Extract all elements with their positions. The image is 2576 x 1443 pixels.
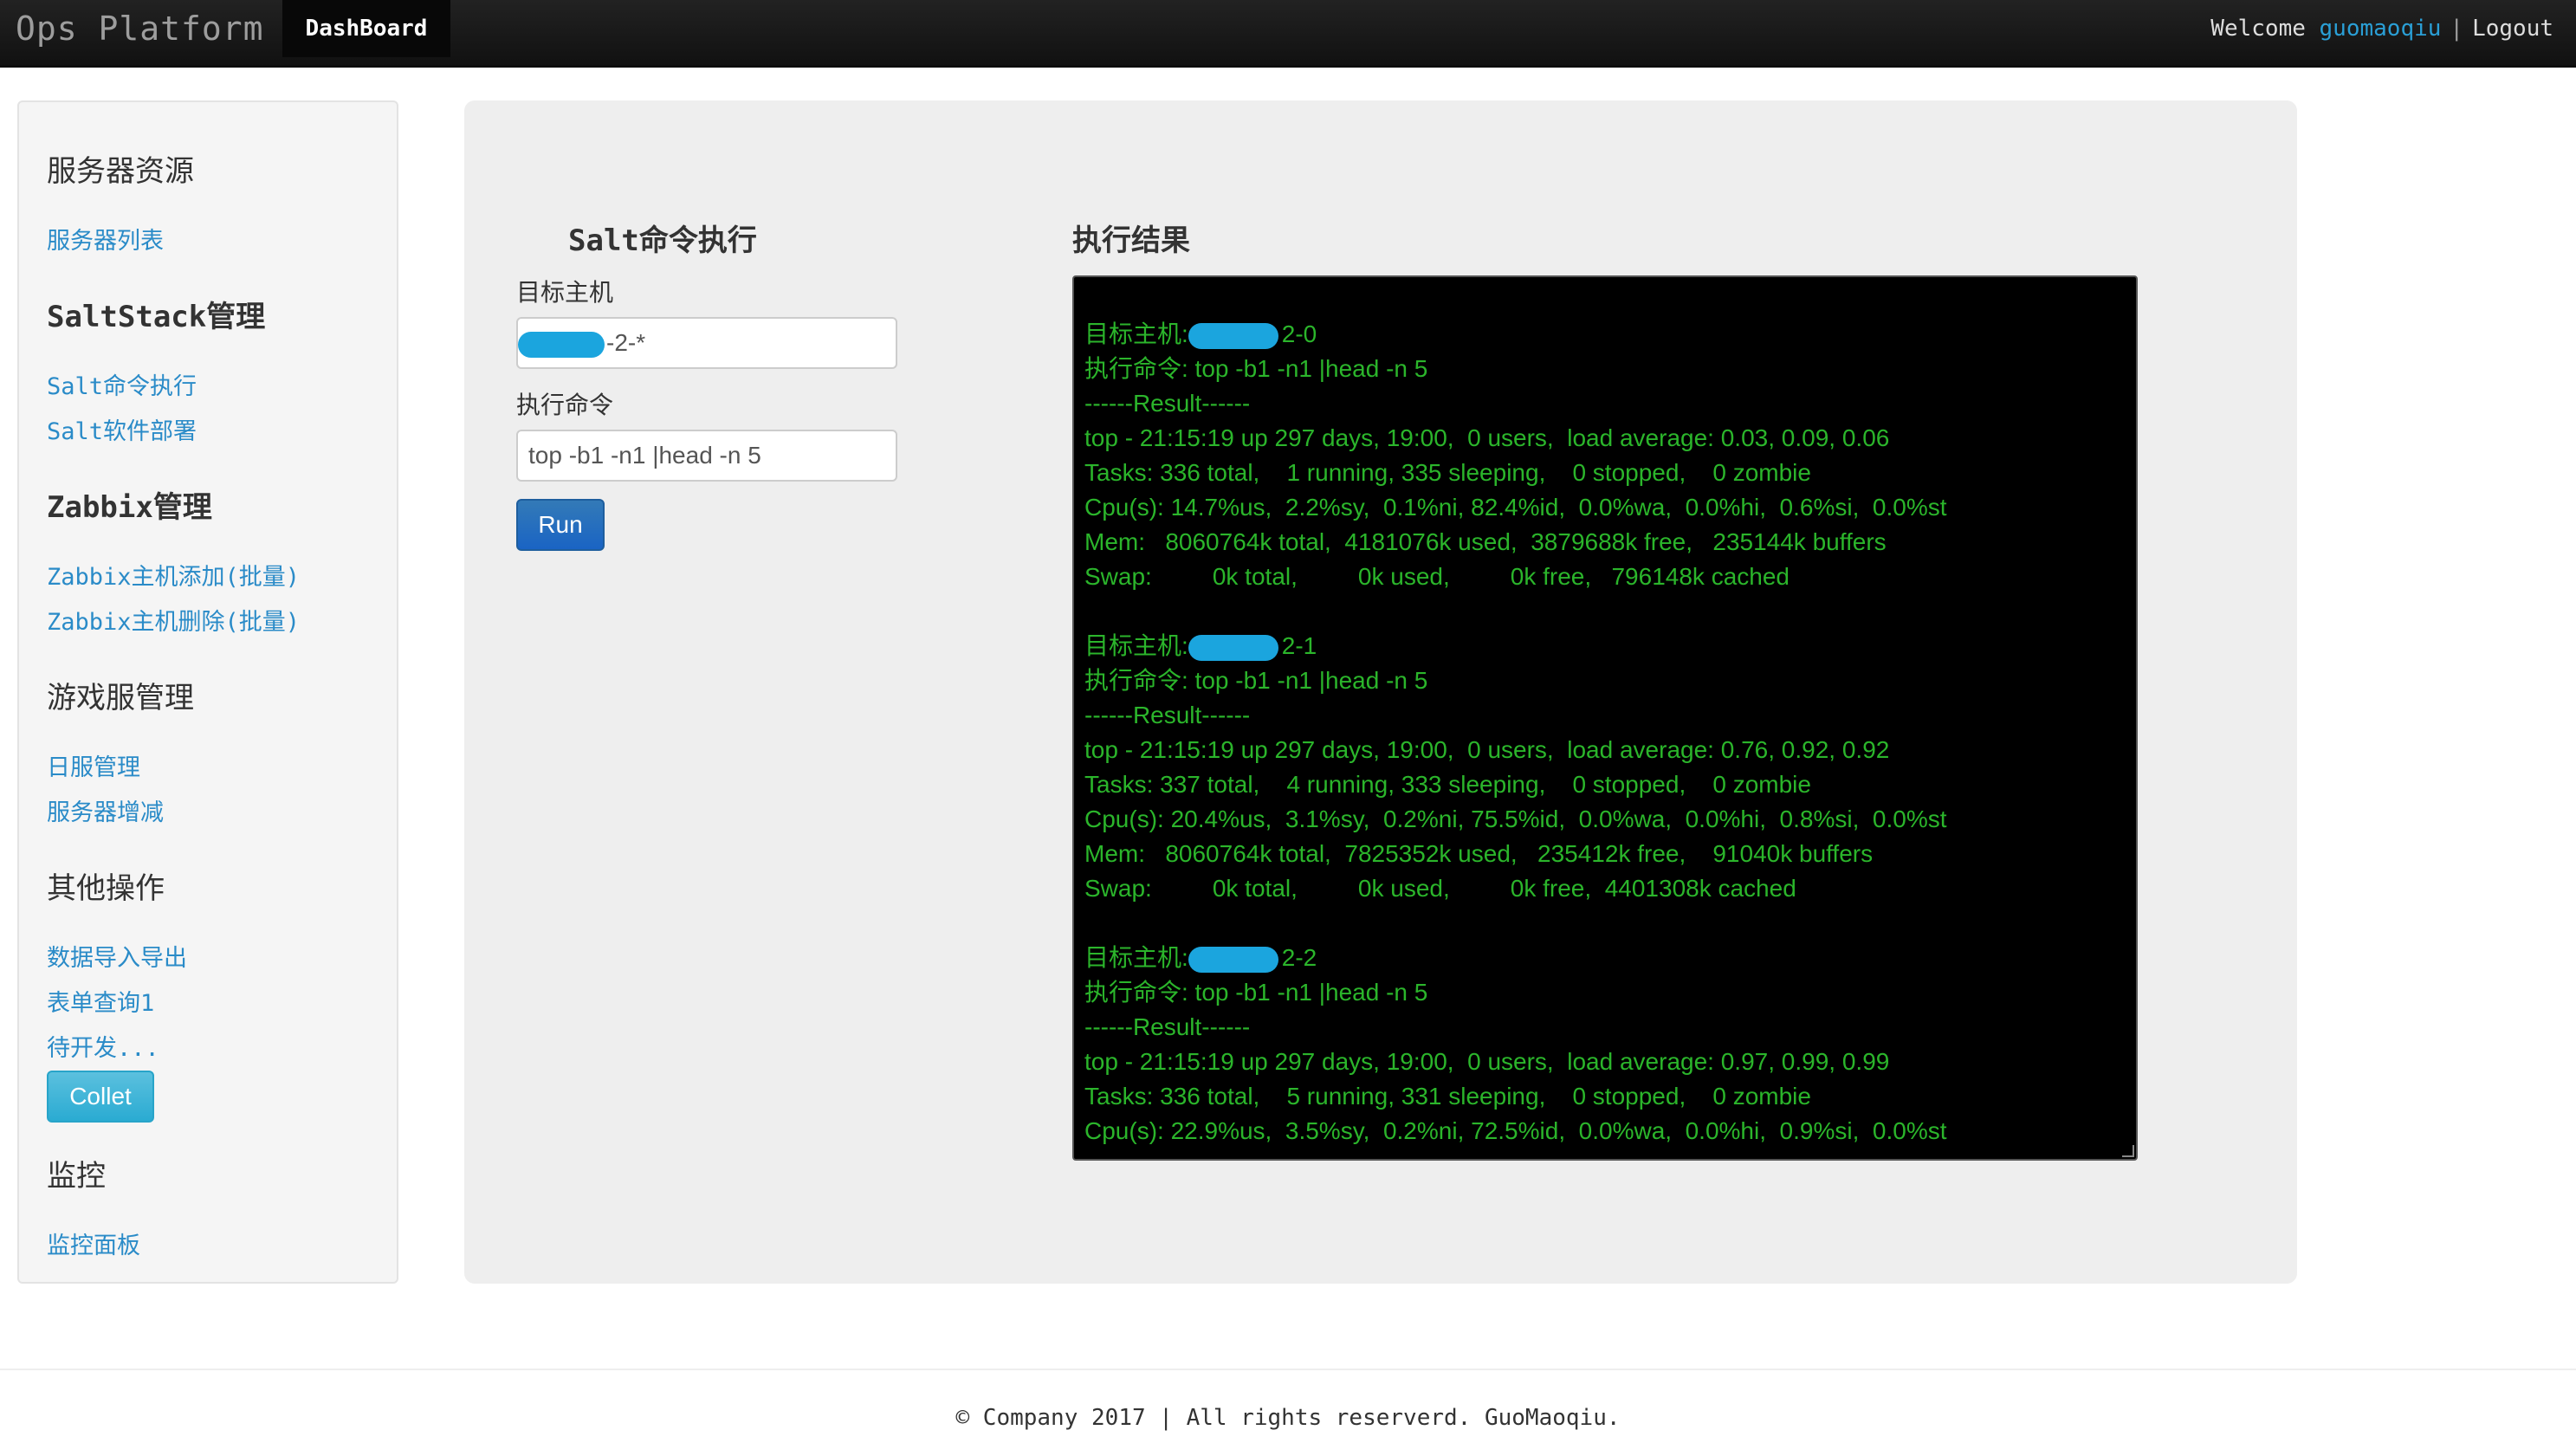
nav-separator: |	[2450, 16, 2464, 42]
result-command-line: 执行命令: top -b1 -n1 |head -n 5	[1084, 355, 1428, 382]
host-suffix: 2-1	[1281, 632, 1317, 659]
result-output-line: top - 21:15:19 up 297 days, 19:00, 0 use…	[1084, 736, 1890, 763]
brand-logo[interactable]: Ops Platform	[16, 0, 264, 68]
result-header-line: ------Result------	[1084, 702, 1251, 728]
welcome-text: Welcome	[2210, 16, 2306, 42]
command-input[interactable]: top -b1 -n1 |head -n 5	[516, 430, 897, 482]
result-output-line: Tasks: 336 total, 1 running, 335 sleepin…	[1084, 459, 1811, 486]
result-output-line: Tasks: 336 total, 5 running, 331 sleepin…	[1084, 1083, 1811, 1110]
redacted-mask	[1188, 322, 1278, 349]
result-title: 执行结果	[1072, 224, 1190, 257]
username-link[interactable]: guomaoqiu	[2320, 16, 2442, 42]
footer-text: © Company 2017 | All rights reserverd. G…	[955, 1405, 1621, 1431]
host-label: 目标主机:	[1084, 944, 1188, 971]
sidebar-item-zabbix-add[interactable]: Zabbix主机添加(批量)	[47, 558, 300, 592]
redacted-mask	[518, 331, 605, 358]
result-header-line: ------Result------	[1084, 390, 1251, 417]
sidebar-item-form-query[interactable]: 表单查询1	[47, 984, 154, 1018]
result-gap	[1084, 594, 2136, 629]
footer-divider	[0, 1369, 2576, 1370]
nav-tab-dashboard[interactable]: DashBoard	[282, 0, 450, 57]
resize-grip-icon[interactable]	[2122, 1145, 2134, 1157]
sidebar-item-server-scale[interactable]: 服务器增减	[47, 793, 164, 827]
main-panel: Salt命令执行 目标主机 -2-* 执行命令 top -b1 -n1 |hea…	[464, 100, 2297, 1284]
result-host-line: 目标主机: 2-2	[1084, 941, 2136, 975]
logout-link[interactable]: Logout	[2472, 16, 2553, 42]
host-label: 目标主机:	[1084, 320, 1188, 347]
sidebar: 服务器资源 服务器列表 SaltStack管理 Salt命令执行 Salt软件部…	[17, 100, 398, 1284]
result-header-line: ------Result------	[1084, 1013, 1251, 1040]
result-output-line: Swap: 0k total, 0k used, 0k free, 796148…	[1084, 563, 1790, 590]
host-suffix: 2-2	[1281, 944, 1317, 971]
sidebar-item-monitor-panel[interactable]: 监控面板	[47, 1226, 140, 1260]
top-navbar: Ops Platform DashBoard Welcome guomaoqiu…	[0, 0, 2576, 68]
sidebar-item-salt-command[interactable]: Salt命令执行	[47, 367, 197, 401]
sidebar-section-server-resources: 服务器资源	[47, 154, 194, 189]
sidebar-section-monitoring: 监控	[47, 1159, 106, 1194]
result-gap	[1084, 906, 2136, 941]
sidebar-section-saltstack: SaltStack管理	[47, 300, 266, 334]
collet-button[interactable]: Collet	[47, 1071, 154, 1123]
redacted-mask	[1188, 946, 1278, 973]
target-host-label: 目标主机	[516, 279, 614, 306]
result-output-line: Cpu(s): 22.9%us, 3.5%sy, 0.2%ni, 72.5%id…	[1084, 1117, 1947, 1144]
host-suffix: 2-0	[1281, 320, 1317, 347]
result-output-line: Tasks: 337 total, 4 running, 333 sleepin…	[1084, 771, 1811, 798]
sidebar-item-salt-deploy[interactable]: Salt软件部署	[47, 412, 197, 446]
sidebar-section-zabbix: Zabbix管理	[47, 490, 212, 525]
result-output-line: Swap: 0k total, 0k used, 0k free, 440130…	[1084, 875, 1796, 902]
sidebar-item-todo[interactable]: 待开发...	[47, 1029, 159, 1063]
sidebar-item-server-list[interactable]: 服务器列表	[47, 222, 164, 256]
sidebar-item-data-import-export[interactable]: 数据导入导出	[47, 939, 187, 973]
target-host-input[interactable]: -2-*	[516, 317, 897, 369]
result-command-line: 执行命令: top -b1 -n1 |head -n 5	[1084, 667, 1428, 694]
sidebar-section-game-servers: 游戏服管理	[47, 681, 194, 715]
result-output-line: Mem: 8060764k total, 4181076k used, 3879…	[1084, 528, 1887, 555]
result-output-line: top - 21:15:19 up 297 days, 19:00, 0 use…	[1084, 1048, 1890, 1075]
user-box: Welcome guomaoqiu | Logout	[2210, 0, 2553, 57]
run-button[interactable]: Run	[516, 499, 605, 551]
result-output-line: top - 21:15:19 up 297 days, 19:00, 0 use…	[1084, 424, 1890, 451]
redacted-mask	[1188, 634, 1278, 661]
result-command-line: 执行命令: top -b1 -n1 |head -n 5	[1084, 979, 1428, 1006]
command-label: 执行命令	[516, 391, 614, 418]
form-title: Salt命令执行	[568, 223, 757, 258]
sidebar-item-jp-servers[interactable]: 日服管理	[47, 748, 140, 782]
target-host-value: -2-*	[606, 329, 646, 356]
sidebar-section-other: 其他操作	[47, 871, 165, 906]
result-output-line: Cpu(s): 20.4%us, 3.1%sy, 0.2%ni, 75.5%id…	[1084, 806, 1947, 832]
result-output-textarea[interactable]: 目标主机: 2-0 执行命令: top -b1 -n1 |head -n 5 --…	[1072, 275, 2138, 1161]
result-host-line: 目标主机: 2-0	[1084, 317, 2136, 352]
host-label: 目标主机:	[1084, 632, 1188, 659]
sidebar-item-zabbix-delete[interactable]: Zabbix主机删除(批量)	[47, 603, 300, 637]
result-host-line: 目标主机: 2-1	[1084, 629, 2136, 663]
result-output-line: Cpu(s): 14.7%us, 2.2%sy, 0.1%ni, 82.4%id…	[1084, 494, 1947, 521]
result-output-line: Mem: 8060764k total, 7825352k used, 2354…	[1084, 840, 1874, 867]
